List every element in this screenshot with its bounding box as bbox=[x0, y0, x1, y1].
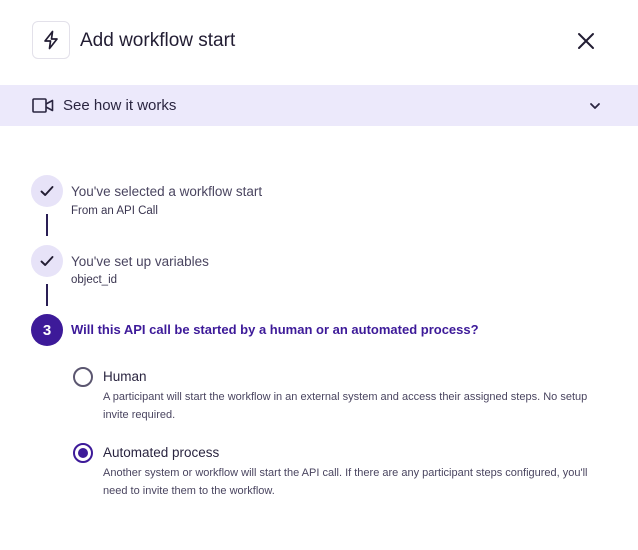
automated-process-radio[interactable] bbox=[73, 443, 93, 463]
video-camera-icon bbox=[32, 98, 54, 113]
chevron-down-icon bbox=[590, 103, 600, 109]
page-title: Add workflow start bbox=[80, 30, 236, 51]
human-label: Human bbox=[103, 369, 147, 384]
header-icon-box bbox=[32, 21, 70, 59]
close-icon bbox=[578, 33, 594, 49]
step-connector bbox=[46, 284, 48, 306]
step-1-subtitle: From an API Call bbox=[71, 205, 158, 217]
panel-header: Add workflow start bbox=[0, 0, 638, 84]
lightning-bolt-icon bbox=[44, 30, 58, 50]
step-1-indicator bbox=[31, 175, 63, 207]
option-automated-process[interactable]: Automated process Another system or work… bbox=[73, 442, 613, 504]
human-radio[interactable] bbox=[73, 367, 93, 387]
step-3-question: Will this API call be started by a human… bbox=[71, 322, 479, 337]
checkmark-icon bbox=[40, 186, 54, 196]
close-button[interactable] bbox=[572, 27, 600, 55]
automated-process-label: Automated process bbox=[103, 445, 220, 460]
step-1-title: You've selected a workflow start bbox=[71, 184, 263, 199]
human-description: A participant will start the workflow in… bbox=[103, 391, 588, 421]
option-human[interactable]: Human A participant will start the workf… bbox=[73, 366, 613, 426]
step-3-indicator: 3 bbox=[31, 314, 63, 346]
step-2-subtitle: object_id bbox=[71, 274, 118, 286]
step-2-title: You've set up variables bbox=[71, 254, 209, 269]
see-how-it-works-toggle[interactable]: See how it works bbox=[0, 85, 638, 126]
automated-process-description: Another system or workflow will start th… bbox=[103, 467, 588, 497]
step-3-number: 3 bbox=[42, 321, 52, 339]
see-how-it-works-label: See how it works bbox=[63, 97, 177, 114]
step-2-indicator bbox=[31, 245, 63, 277]
add-workflow-start-panel: Add workflow start See how it works You'… bbox=[0, 0, 638, 550]
step-connector bbox=[46, 214, 48, 236]
checkmark-icon bbox=[40, 256, 54, 266]
